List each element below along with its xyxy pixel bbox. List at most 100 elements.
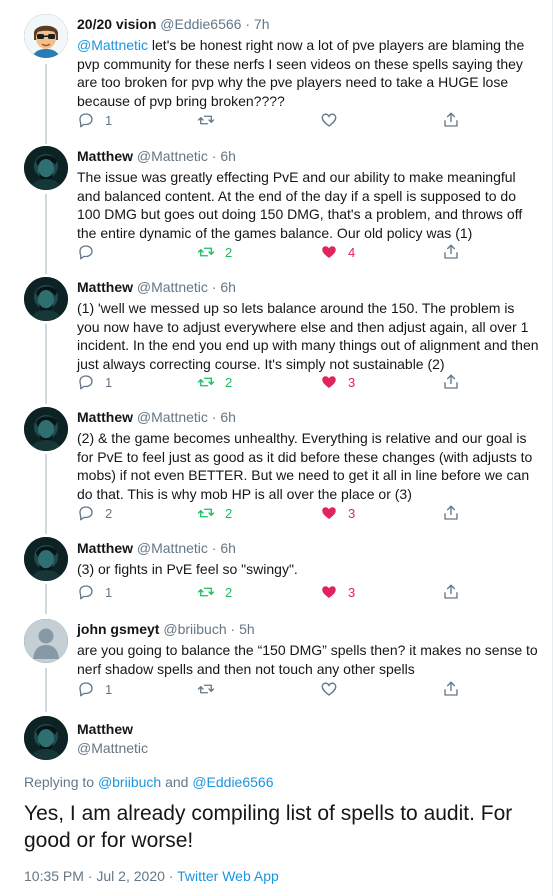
display-name[interactable]: Matthew [77, 721, 133, 737]
tweet-text: (3) or fights in PvE feel so "swingy". [77, 561, 298, 577]
source-link[interactable]: Twitter Web App [177, 868, 279, 884]
like-button[interactable]: 3 [320, 582, 355, 602]
user-handle[interactable]: @Mattnetic [137, 279, 208, 295]
retweet-button[interactable]: 2 [197, 242, 232, 262]
replying-and: and [161, 774, 193, 790]
separator-dot: · [211, 409, 217, 425]
retweet-button[interactable] [197, 679, 225, 699]
retweet-icon [197, 243, 215, 261]
avatar[interactable] [24, 716, 68, 760]
reply-count: 1 [105, 584, 113, 600]
timestamp[interactable]: 6h [220, 540, 236, 556]
timestamp[interactable]: 6h [220, 409, 236, 425]
separator-dot: · [83, 868, 97, 884]
retweet-icon [197, 504, 215, 522]
avatar[interactable] [24, 619, 68, 663]
avatar[interactable] [24, 146, 68, 190]
timestamp[interactable]: 7h [254, 16, 270, 32]
reply-icon [77, 373, 95, 391]
reply-button[interactable]: 1 [77, 110, 112, 130]
avatar[interactable] [24, 407, 68, 451]
timestamp[interactable]: 6h [220, 148, 236, 164]
avatar[interactable] [24, 14, 68, 58]
share-icon [442, 583, 460, 601]
reply-icon [77, 680, 95, 698]
user-handle[interactable]: @Mattnetic [137, 148, 208, 164]
reply-button[interactable]: 1 [77, 372, 112, 392]
share-icon [442, 111, 460, 129]
share-button[interactable] [442, 679, 460, 699]
user-handle[interactable]: @briibuch [163, 621, 226, 637]
retweet-count: 2 [225, 374, 233, 390]
like-count: 3 [348, 374, 356, 390]
reply-icon [77, 504, 95, 522]
thread-line [45, 454, 47, 534]
like-count: 3 [348, 505, 356, 521]
share-icon [442, 680, 460, 698]
retweet-count: 2 [225, 584, 233, 600]
retweet-button[interactable]: 2 [197, 372, 232, 392]
reply-button[interactable]: 1 [77, 582, 112, 602]
display-name[interactable]: 20/20 vision [77, 16, 156, 32]
reply-icon [77, 243, 95, 261]
avatar[interactable] [24, 277, 68, 321]
tweet-text: @Mattnetic let's be honest right now a l… [77, 36, 539, 110]
retweet-button[interactable]: 2 [197, 503, 232, 523]
like-button[interactable]: 3 [320, 503, 355, 523]
retweet-icon [197, 111, 215, 129]
retweet-button[interactable]: 2 [197, 582, 232, 602]
like-icon [320, 243, 338, 261]
tweet-actions: 1 [77, 679, 527, 699]
share-button[interactable] [442, 503, 460, 523]
like-button[interactable]: 3 [320, 372, 355, 392]
mention-link[interactable]: @Mattnetic [77, 37, 148, 53]
timestamp[interactable]: 5h [239, 621, 255, 637]
retweet-count: 2 [225, 505, 233, 521]
user-handle[interactable]: @Eddie6566 [160, 16, 241, 32]
share-icon [442, 243, 460, 261]
reply-count: 1 [105, 112, 113, 128]
user-handle[interactable]: @Mattnetic [77, 740, 148, 756]
like-icon [320, 680, 338, 698]
share-button[interactable] [442, 372, 460, 392]
avatar[interactable] [24, 537, 68, 581]
user-handle[interactable]: @Mattnetic [137, 409, 208, 425]
retweet-button[interactable] [197, 110, 225, 130]
like-button[interactable] [320, 110, 348, 130]
tweet-text: (1) 'well we messed up so lets balance a… [77, 300, 539, 372]
tweet-actions: 1 2 3 [77, 582, 527, 602]
user-handle[interactable]: @Mattnetic [137, 540, 208, 556]
reply-count: 2 [105, 505, 113, 521]
display-name[interactable]: john gsmeyt [77, 621, 159, 637]
separator-dot: · [245, 16, 251, 32]
reply-count: 1 [105, 374, 113, 390]
tweet-text: are you going to balance the “150 DMG” s… [77, 642, 538, 677]
share-icon [442, 504, 460, 522]
display-name[interactable]: Matthew [77, 540, 133, 556]
reply-icon [77, 111, 95, 129]
separator-dot: · [211, 540, 217, 556]
mention-link[interactable]: @briibuch [98, 774, 161, 790]
display-name[interactable]: Matthew [77, 279, 133, 295]
share-button[interactable] [442, 110, 460, 130]
retweet-icon [197, 680, 215, 698]
like-icon [320, 111, 338, 129]
display-name[interactable]: Matthew [77, 148, 133, 164]
share-button[interactable] [442, 582, 460, 602]
reply-button[interactable]: 2 [77, 503, 112, 523]
reply-count: 1 [105, 681, 113, 697]
tweet-text: The issue was greatly effecting PvE and … [77, 169, 523, 241]
like-button[interactable] [320, 679, 348, 699]
like-button[interactable]: 4 [320, 242, 355, 262]
display-name[interactable]: Matthew [77, 409, 133, 425]
mention-link[interactable]: @Eddie6566 [192, 774, 273, 790]
tweet-actions: 2 2 3 [77, 503, 527, 523]
tweet-metadata: 10:35 PM · Jul 2, 2020 · Twitter Web App [24, 868, 279, 884]
share-icon [442, 373, 460, 391]
share-button[interactable] [442, 242, 460, 262]
reply-button[interactable] [77, 242, 105, 262]
tweet-date[interactable]: Jul 2, 2020 [96, 868, 165, 884]
reply-button[interactable]: 1 [77, 679, 112, 699]
tweet-time[interactable]: 10:35 PM [24, 868, 84, 884]
timestamp[interactable]: 6h [220, 279, 236, 295]
